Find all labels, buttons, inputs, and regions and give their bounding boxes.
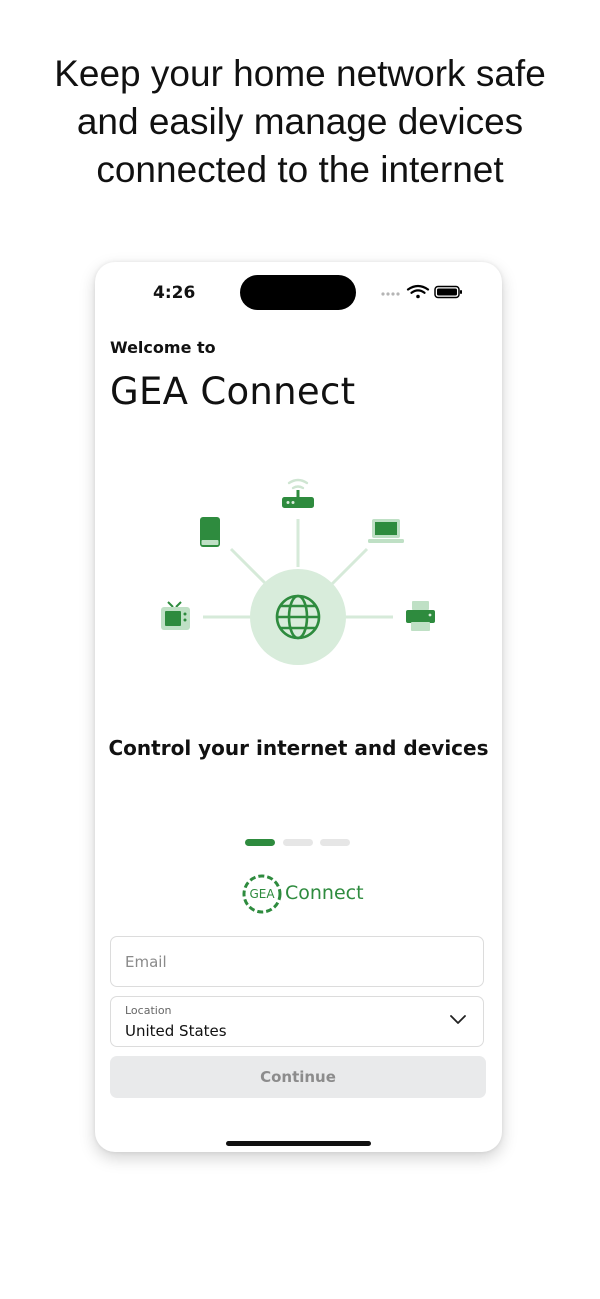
location-label: Location	[125, 1004, 172, 1017]
page-indicator[interactable]	[245, 839, 355, 847]
battery-icon	[434, 285, 462, 299]
status-icons	[381, 284, 462, 299]
app-title: GEA Connect	[110, 370, 356, 413]
network-illustration	[161, 478, 435, 665]
status-time: 4:26	[153, 283, 196, 303]
email-field-container	[110, 936, 484, 987]
continue-button[interactable]: Continue	[110, 1056, 486, 1098]
gea-logo-lettering: GEA	[249, 887, 275, 901]
headline-line-2: and easily manage devices	[76, 101, 524, 142]
page-dot[interactable]	[320, 839, 350, 846]
printer-icon	[406, 601, 435, 631]
home-indicator	[226, 1141, 371, 1146]
welcome-subtitle: Welcome to	[110, 338, 216, 357]
marketing-headline: Keep your home network safe and easily m…	[0, 50, 600, 194]
location-value: United States	[125, 1022, 227, 1040]
router-icon	[282, 478, 314, 508]
gea-connect-logo: GEA Connect	[240, 872, 364, 916]
headline-line-3: connected to the internet	[96, 149, 504, 190]
phone-frame: 4:26 Welcome to GEA Connect Control your…	[95, 262, 502, 1152]
page-dot-active[interactable]	[245, 839, 275, 846]
chevron-down-icon[interactable]	[449, 1014, 467, 1026]
brand-text: Connect	[285, 882, 364, 904]
signal-dots-icon	[381, 292, 400, 296]
location-select[interactable]: Location United States	[110, 996, 484, 1047]
gea-logo-mark: GEA	[242, 874, 282, 914]
page-dot[interactable]	[283, 839, 313, 846]
headline-line-1: Keep your home network safe	[54, 53, 546, 94]
tv-icon	[161, 601, 190, 630]
dynamic-island	[240, 275, 356, 310]
onboarding-tagline: Control your internet and devices	[108, 736, 489, 760]
email-input[interactable]	[111, 937, 483, 986]
tablet-icon	[200, 517, 220, 547]
laptop-icon	[368, 519, 404, 543]
wifi-icon	[406, 284, 430, 299]
